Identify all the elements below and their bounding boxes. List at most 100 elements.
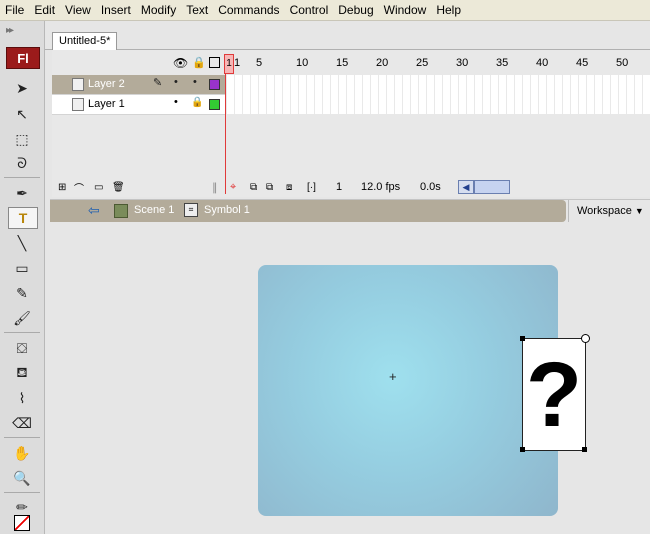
ink-bottle-tool-icon[interactable]: ⛋ bbox=[8, 338, 36, 358]
scene-icon bbox=[114, 204, 128, 218]
lock-icon[interactable]: 🔒 bbox=[191, 97, 203, 108]
menu-help[interactable]: Help bbox=[431, 0, 466, 20]
outline-icon[interactable] bbox=[209, 57, 220, 68]
chevron-down-icon: ▼ bbox=[634, 206, 644, 216]
scene-breadcrumb[interactable]: Scene 1 bbox=[134, 204, 174, 216]
document-tab-bar: Untitled-5* bbox=[45, 21, 650, 50]
visibility-dot[interactable]: • bbox=[174, 76, 178, 88]
symbol-breadcrumb[interactable]: Symbol 1 bbox=[204, 204, 250, 216]
free-transform-tool-icon[interactable]: ⬚ bbox=[8, 129, 36, 149]
document-tab[interactable]: Untitled-5* bbox=[52, 32, 118, 50]
edit-bar: ⇦ Scene 1 ⌗ Symbol 1 bbox=[50, 200, 566, 222]
lasso-tool-icon[interactable]: ᘐ bbox=[8, 153, 36, 173]
layer-color-swatch[interactable] bbox=[209, 79, 220, 90]
symbol-shape[interactable] bbox=[258, 265, 558, 516]
paint-bucket-tool-icon[interactable]: ⛾ bbox=[8, 363, 36, 383]
frame-number-50: 50 bbox=[616, 57, 629, 69]
pen-tool-icon[interactable]: ✒ bbox=[8, 183, 36, 203]
menu-text[interactable]: Text bbox=[181, 0, 213, 20]
menu-commands[interactable]: Commands bbox=[213, 0, 284, 20]
layer-icon bbox=[72, 98, 84, 111]
timeline-status-bar: ⊞ ⌒ ▭ 🗑 ∥ ⌖ ⧉ ⧉ ⧈ [·] 1 12.0 fps 0.0s ◀ bbox=[52, 178, 650, 196]
placeholder-symbol[interactable]: ? bbox=[522, 338, 586, 451]
hand-tool-icon[interactable]: ✋ bbox=[8, 443, 36, 463]
frame-number-5: 5 bbox=[256, 57, 263, 69]
frame-number-25: 25 bbox=[416, 57, 429, 69]
layer-list: Layer 2 ✎ • • Layer 1 • 🔒 bbox=[52, 75, 225, 115]
playhead[interactable]: 1 bbox=[224, 54, 234, 74]
modify-markers-icon[interactable]: [·] bbox=[307, 182, 316, 193]
frame-rate[interactable]: 12.0 fps bbox=[361, 181, 400, 193]
frame-number-35: 35 bbox=[496, 57, 509, 69]
layer-icon bbox=[72, 78, 84, 91]
onion-skin-outlines-icon[interactable]: ⧉ bbox=[266, 182, 273, 193]
menu-control[interactable]: Control bbox=[285, 0, 334, 20]
insert-folder-icon[interactable]: ▭ bbox=[94, 182, 103, 193]
workspace-label: Workspace bbox=[577, 205, 632, 217]
panel-grip-icon[interactable]: ▸▸ bbox=[6, 25, 14, 36]
menu-debug[interactable]: Debug bbox=[333, 0, 378, 20]
current-frame: 1 bbox=[336, 181, 343, 193]
layer-name: Layer 2 bbox=[88, 78, 125, 90]
back-arrow-icon[interactable]: ⇦ bbox=[88, 202, 100, 219]
horizontal-scrollbar-thumb[interactable] bbox=[474, 180, 510, 194]
frame-number-15: 15 bbox=[336, 57, 349, 69]
layer-row-layer-2[interactable]: Layer 2 ✎ • • bbox=[52, 75, 225, 95]
selection-tool-icon[interactable]: ➤ bbox=[8, 78, 36, 98]
onion-skin-icon[interactable]: ⧉ bbox=[250, 182, 257, 193]
question-mark: ? bbox=[525, 344, 583, 446]
frame-number-30: 30 bbox=[456, 57, 469, 69]
insert-layer-icon[interactable]: ⊞ bbox=[58, 182, 66, 193]
visibility-dot[interactable]: • bbox=[174, 96, 178, 108]
menu-modify[interactable]: Modify bbox=[136, 0, 181, 20]
menu-window[interactable]: Window bbox=[379, 0, 432, 20]
eyedropper-tool-icon[interactable]: ⌇ bbox=[8, 388, 36, 408]
menu-edit[interactable]: Edit bbox=[29, 0, 60, 20]
timeline-header: 👁 🔒 1 5 10 15 20 25 30 35 40 45 50 bbox=[52, 55, 650, 73]
workspace-button[interactable]: Workspace ▼ bbox=[568, 200, 650, 222]
rectangle-tool-icon[interactable]: ▭ bbox=[8, 258, 36, 278]
frame-grid[interactable] bbox=[227, 75, 650, 114]
elapsed-time: 0.0s bbox=[420, 181, 441, 193]
layer-name: Layer 1 bbox=[88, 98, 125, 110]
flash-logo: Fl bbox=[6, 47, 40, 69]
frame-number-45: 45 bbox=[576, 57, 589, 69]
line-tool-icon[interactable]: ╲ bbox=[8, 233, 36, 253]
frame-number-10: 10 bbox=[296, 57, 309, 69]
menu-insert[interactable]: Insert bbox=[96, 0, 136, 20]
add-motion-guide-icon[interactable]: ⌒ bbox=[74, 180, 84, 195]
menu-view[interactable]: View bbox=[60, 0, 96, 20]
frame-number-40: 40 bbox=[536, 57, 549, 69]
menu-bar: File Edit View Insert Modify Text Comman… bbox=[0, 0, 650, 21]
lock-dot[interactable]: • bbox=[193, 76, 197, 88]
playhead-line bbox=[225, 54, 226, 194]
resize-grip-icon[interactable]: ∥ bbox=[212, 181, 218, 194]
text-tool-icon[interactable]: T bbox=[8, 207, 38, 229]
menu-file[interactable]: File bbox=[0, 0, 29, 20]
lock-icon[interactable]: 🔒 bbox=[192, 56, 206, 69]
delete-layer-icon[interactable]: 🗑 bbox=[112, 182, 125, 193]
registration-point-icon: + bbox=[389, 369, 397, 384]
eraser-tool-icon[interactable]: ⌫ bbox=[8, 413, 36, 433]
tools-panel: ▸▸ Fl ➤ ↖ ⬚ ᘐ ✒ T ╲ ▭ ✎ 🖌 ⛋ ⛾ ⌇ ⌫ ✋ 🔍 ✏ bbox=[0, 21, 45, 534]
frame-number-20: 20 bbox=[376, 57, 389, 69]
transform-handle-top-left[interactable] bbox=[520, 336, 525, 341]
zoom-tool-icon[interactable]: 🔍 bbox=[8, 468, 36, 488]
brush-tool-icon[interactable]: 🖌 bbox=[8, 308, 36, 328]
transform-handle-bottom-left[interactable] bbox=[520, 447, 525, 452]
layer-color-swatch[interactable] bbox=[209, 99, 220, 110]
rotation-handle[interactable] bbox=[581, 334, 590, 343]
frame-number-1: 1 bbox=[234, 57, 241, 69]
edit-multiple-frames-icon[interactable]: ⧈ bbox=[286, 182, 292, 193]
fill-color-icon[interactable] bbox=[8, 513, 36, 533]
show-hide-eye-icon[interactable]: 👁 bbox=[173, 56, 188, 70]
scroll-left-arrow-icon[interactable]: ◀ bbox=[458, 180, 474, 194]
pencil-tool-icon[interactable]: ✎ bbox=[8, 283, 36, 303]
center-frame-icon[interactable]: ⌖ bbox=[230, 181, 236, 194]
timeline-panel: 👁 🔒 1 5 10 15 20 25 30 35 40 45 50 Layer… bbox=[52, 50, 650, 197]
subselection-tool-icon[interactable]: ↖ bbox=[8, 104, 36, 124]
symbol-icon: ⌗ bbox=[184, 203, 198, 217]
pencil-icon: ✎ bbox=[153, 77, 163, 89]
transform-handle-bottom-right[interactable] bbox=[582, 447, 587, 452]
layer-row-layer-1[interactable]: Layer 1 • 🔒 bbox=[52, 95, 225, 115]
